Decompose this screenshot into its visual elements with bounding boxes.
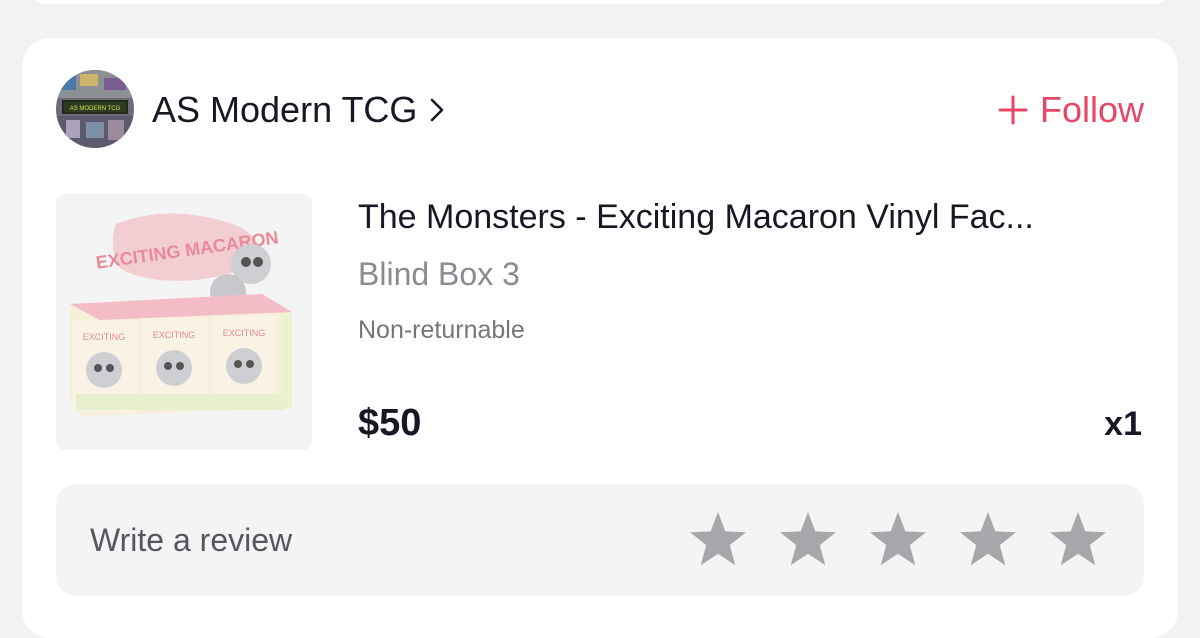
shop-avatar-image: AS MODERN TCG (56, 70, 134, 148)
shop-name-link[interactable]: AS Modern TCG (152, 88, 447, 132)
write-review-link[interactable]: Write a review (90, 520, 292, 560)
product-variant: Blind Box 3 (358, 256, 520, 292)
star-rating[interactable] (688, 510, 1108, 568)
svg-text:EXCITING: EXCITING (223, 328, 266, 338)
review-box[interactable]: Write a review (56, 484, 1144, 596)
shop-avatar[interactable]: AS MODERN TCG (56, 70, 134, 148)
plus-icon (998, 95, 1028, 125)
product-title[interactable]: The Monsters - Exciting Macaron Vinyl Fa… (358, 196, 1148, 238)
svg-text:EXCITING: EXCITING (153, 330, 196, 340)
follow-label: Follow (1039, 89, 1144, 130)
shop-name: AS Modern TCG (152, 89, 418, 130)
previous-order-card (22, 0, 1178, 4)
shop-avatar-text: AS MODERN TCG (70, 106, 121, 112)
chevron-right-icon (431, 98, 444, 122)
star-icon[interactable] (778, 510, 838, 568)
product-price: $50 (358, 402, 422, 444)
product-box-image: EXCITING MACARON EXCITING EXCITING EXCIT… (56, 194, 312, 450)
star-icon[interactable] (1048, 510, 1108, 568)
star-icon[interactable] (868, 510, 928, 568)
follow-button[interactable]: Follow (998, 88, 1144, 132)
star-icon[interactable] (958, 510, 1018, 568)
product-quantity: x1 (1104, 405, 1142, 443)
star-icon[interactable] (688, 510, 748, 568)
product-image[interactable]: EXCITING MACARON EXCITING EXCITING EXCIT… (56, 194, 312, 450)
svg-text:EXCITING: EXCITING (83, 332, 126, 342)
return-policy: Non-returnable (358, 316, 525, 344)
